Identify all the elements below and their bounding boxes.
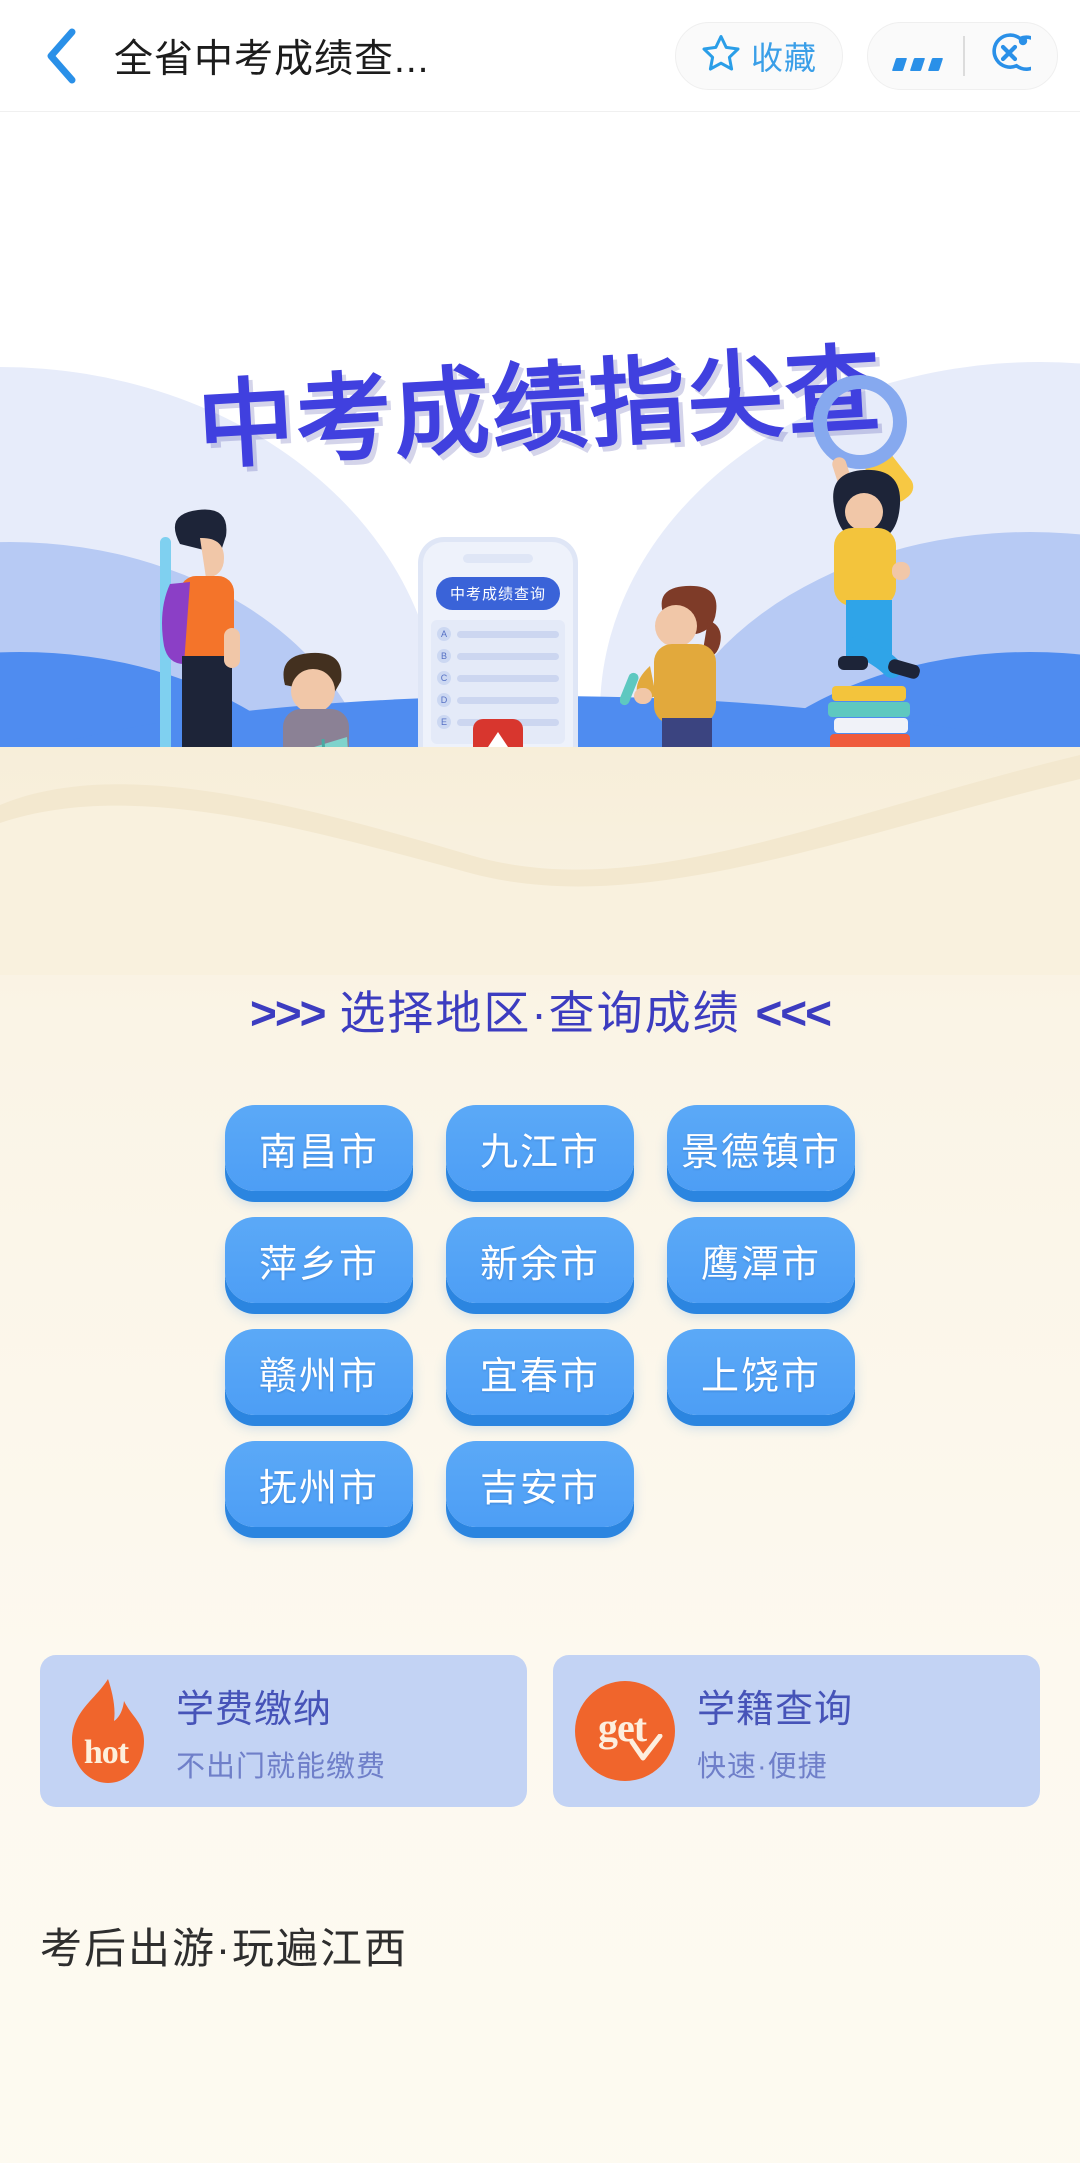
city-button-label: 抚州市 [258, 1467, 379, 1510]
chevron-left-icon [44, 27, 78, 85]
service-card-text: 学费缴纳 不出门就能缴费 [176, 1678, 386, 1785]
city-button-label: 宜春市 [479, 1355, 600, 1398]
city-button-jian[interactable]: 吉安市 [446, 1441, 634, 1527]
check-icon [629, 1733, 663, 1769]
star-outline-icon [701, 33, 741, 78]
city-button-label: 鹰潭市 [700, 1243, 821, 1286]
hot-badge-text: hot [83, 1734, 129, 1771]
list-item: A [437, 627, 559, 641]
city-button-label: 上饶市 [700, 1355, 821, 1398]
service-card-subtitle: 快速·便捷 [697, 1750, 828, 1783]
close-circle-icon[interactable] [987, 31, 1045, 80]
city-button-pingxiang[interactable]: 萍乡市 [225, 1217, 413, 1303]
paper-curl-top [0, 755, 1080, 975]
service-card-subtitle: 不出门就能缴费 [176, 1750, 387, 1783]
favorite-button[interactable]: 收藏 [675, 21, 843, 90]
city-button-nanchang[interactable]: 南昌市 [225, 1105, 413, 1191]
section-title: >>> 选择地区·查询成绩 <<< [0, 977, 1080, 1043]
student-on-books-figure [800, 450, 940, 705]
header-actions: 收藏 [675, 21, 1058, 90]
app-header: 全省中考成绩查... 收藏 [0, 0, 1080, 112]
option-letter: A [437, 627, 451, 641]
page-title: 全省中考成绩查... [114, 37, 430, 81]
option-letter: E [437, 715, 451, 729]
city-button-fuzhou[interactable]: 抚州市 [225, 1441, 413, 1527]
city-button-jingdezhen[interactable]: 景德镇市 [667, 1105, 855, 1191]
city-button-xinyu[interactable]: 新余市 [446, 1217, 634, 1303]
city-button-label: 萍乡市 [258, 1243, 379, 1286]
section-title-text: 选择地区·查询成绩 [339, 987, 741, 1039]
bottom-section-title: 考后出游·玩遍江西 [40, 1925, 408, 1972]
back-button[interactable] [34, 25, 88, 87]
service-card-title: 学费缴纳 [176, 1688, 333, 1731]
city-button-label: 南昌市 [258, 1131, 379, 1174]
city-button-yingtan[interactable]: 鹰潭市 [667, 1217, 855, 1303]
list-item: C [437, 671, 559, 685]
city-button-label: 赣州市 [258, 1355, 379, 1398]
more-dots-icon[interactable] [891, 41, 944, 71]
service-card-student-record-query[interactable]: get 学籍查询 快速·便捷 [553, 1655, 1040, 1807]
option-letter: D [437, 693, 451, 707]
service-card-title: 学籍查询 [697, 1688, 854, 1731]
city-button-jiujiang[interactable]: 九江市 [446, 1105, 634, 1191]
option-letter: B [437, 649, 451, 663]
student-with-backpack-figure [140, 502, 270, 772]
phone-notch [463, 554, 533, 563]
phone-cta-label: 中考成绩查询 [436, 577, 560, 610]
city-button-yichun[interactable]: 宜春市 [446, 1329, 634, 1415]
city-button-label: 景德镇市 [680, 1131, 841, 1174]
section-title-prefix: >>> [249, 987, 327, 1039]
section-title-suffix: <<< [755, 987, 832, 1039]
get-check-icon: get [575, 1681, 675, 1781]
list-item: D [437, 693, 559, 707]
city-button-label: 九江市 [479, 1131, 600, 1174]
city-button-shangrao[interactable]: 上饶市 [667, 1329, 855, 1415]
scroll-paper-section: >>> 选择地区·查询成绩 <<< 南昌市 九江市 景德镇市 萍乡市 新余市 鹰… [0, 747, 1080, 2163]
city-button-grid: 南昌市 九江市 景德镇市 萍乡市 新余市 鹰潭市 赣州市 宜春市 上饶市 抚州市… [225, 1105, 855, 1527]
service-card-row: hot 学费缴纳 不出门就能缴费 get 学籍查询 快速·便捷 [40, 1655, 1040, 1807]
city-button-label: 新余市 [479, 1243, 600, 1286]
favorite-label: 收藏 [750, 39, 817, 76]
option-letter: C [437, 671, 451, 685]
header-menu-pill [867, 21, 1058, 90]
service-card-tuition-payment[interactable]: hot 学费缴纳 不出门就能缴费 [40, 1655, 527, 1807]
service-card-text: 学籍查询 快速·便捷 [697, 1678, 853, 1785]
city-button-ganzhou[interactable]: 赣州市 [225, 1329, 413, 1415]
pill-divider [963, 35, 965, 76]
list-item: B [437, 649, 559, 663]
hot-flame-icon: hot [62, 1677, 154, 1785]
city-button-label: 吉安市 [479, 1467, 600, 1510]
